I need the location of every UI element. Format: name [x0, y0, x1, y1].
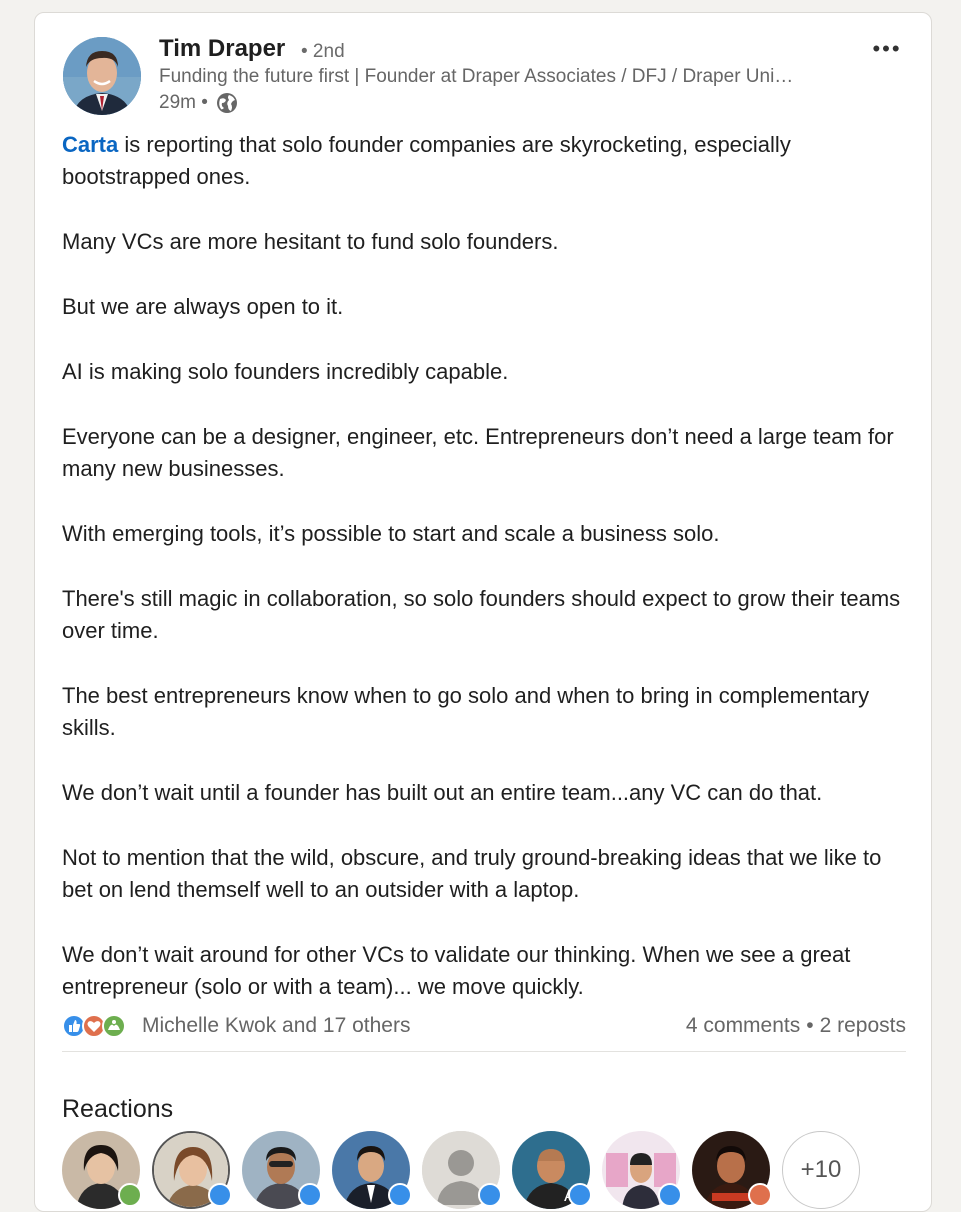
- connection-degree: • 2nd: [301, 41, 345, 62]
- post-paragraph: We don’t wait until a founder has built …: [62, 780, 823, 805]
- love-icon: [748, 1183, 772, 1207]
- like-icon: [568, 1183, 592, 1207]
- post-paragraph: With emerging tools, it’s possible to st…: [62, 520, 720, 546]
- divider: [62, 1051, 906, 1052]
- post-paragraph: Not to mention that the wild, obscure, a…: [62, 844, 882, 903]
- post-card: Tim Draper • 2nd Funding the future firs…: [34, 12, 932, 1212]
- reactions-heading: Reactions: [62, 1095, 174, 1123]
- social-counts-bar: Michelle Kwok and 17 others 4 comments •…: [62, 1010, 906, 1042]
- reposts-count-link[interactable]: 2 reposts: [820, 1014, 906, 1038]
- post-paragraph: Carta is reporting that solo founder com…: [62, 132, 791, 190]
- like-icon: [388, 1183, 412, 1207]
- author-headline: Funding the future first | Founder at Dr…: [159, 66, 794, 87]
- more-options-icon[interactable]: •••: [867, 36, 907, 61]
- reactors-summary[interactable]: Michelle Kwok and 17 others: [62, 1013, 410, 1039]
- post-paragraph: The best entrepreneurs know when to go s…: [62, 682, 870, 741]
- post-header: Tim Draper • 2nd Funding the future firs…: [63, 35, 911, 115]
- author-avatar[interactable]: [63, 37, 141, 115]
- mention-link[interactable]: Carta: [62, 132, 118, 157]
- count-separator: •: [806, 1014, 814, 1037]
- more-reactions-button[interactable]: +10: [782, 1131, 860, 1209]
- engagement-counts: 4 comments • 2 reposts: [686, 1014, 906, 1038]
- post-paragraph: There's still magic in collaboration, so…: [62, 585, 901, 643]
- post-paragraph: Everyone can be a designer, engineer, et…: [62, 423, 894, 481]
- reactions-avatar-row: A +1: [62, 1131, 922, 1211]
- reactors-text: Michelle Kwok and 17 others: [142, 1014, 411, 1037]
- support-icon: [118, 1183, 142, 1207]
- post-paragraph: AI is making solo founders incredibly ca…: [62, 358, 509, 384]
- comments-count-link[interactable]: 4 comments: [686, 1014, 800, 1038]
- like-icon: [478, 1183, 502, 1207]
- post-paragraph: But we are always open to it.: [62, 294, 344, 319]
- reaction-icons: [62, 1013, 134, 1039]
- globe-icon: [216, 92, 238, 114]
- post-paragraph: We don’t wait around for other VCs to va…: [62, 942, 851, 1000]
- post-paragraph: Many VCs are more hesitant to fund solo …: [62, 229, 559, 255]
- like-icon: [298, 1183, 322, 1207]
- post-timestamp: 29m •: [159, 92, 238, 114]
- like-icon: [658, 1183, 682, 1207]
- author-name[interactable]: Tim Draper: [159, 35, 285, 63]
- support-icon: [102, 1014, 126, 1038]
- like-icon: [208, 1183, 232, 1207]
- post-text: Carta is reporting that solo founder com…: [62, 129, 912, 1036]
- post-time: 29m •: [159, 92, 208, 113]
